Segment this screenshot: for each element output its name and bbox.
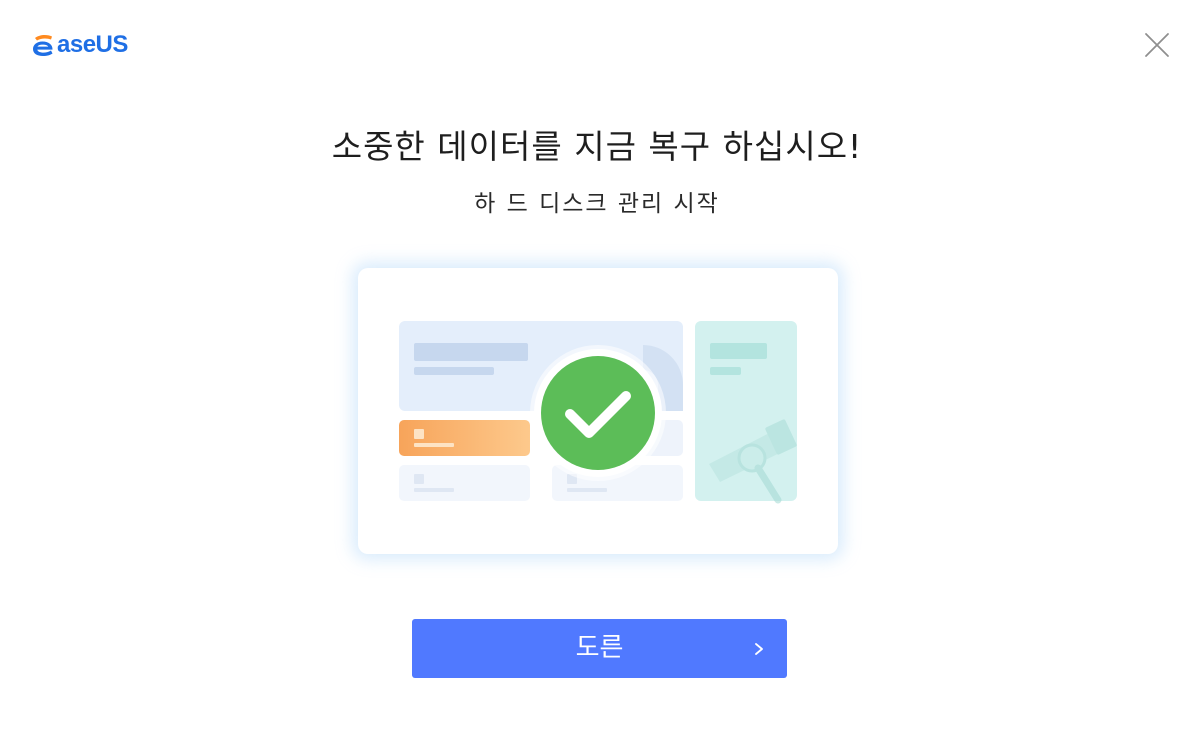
illustration-card — [358, 268, 838, 554]
page-subtitle: 하 드 디스크 관리 시작 — [474, 191, 720, 217]
easeus-logo: aseUS — [30, 28, 128, 62]
checkmark-circle — [541, 356, 655, 470]
close-button[interactable] — [1142, 30, 1172, 60]
easeus-e-logo-icon — [33, 34, 53, 56]
brand-name: aseUS — [57, 31, 128, 58]
disk-management-illustration — [399, 321, 797, 504]
close-icon — [1145, 33, 1169, 57]
next-button-label: 도른 — [575, 633, 624, 663]
chevron-right-icon — [755, 643, 763, 655]
next-button[interactable]: 도른 — [412, 619, 787, 678]
page-title: 소중한 데이터를 지금 복구 하십시오! — [331, 127, 863, 166]
